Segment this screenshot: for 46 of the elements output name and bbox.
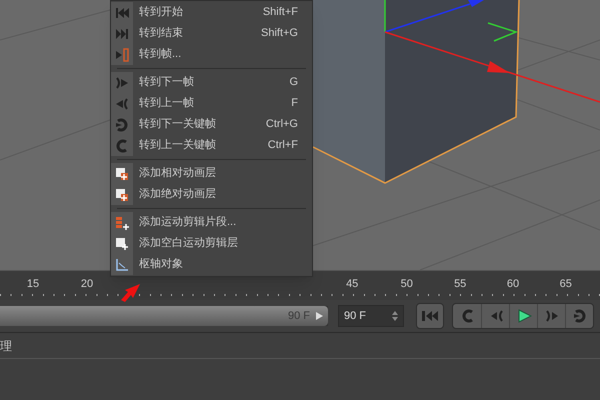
panel-tab[interactable]: 理 xyxy=(0,336,12,354)
ruler-label: 50 xyxy=(400,277,413,292)
go-to-start-button[interactable] xyxy=(416,303,444,329)
next-frame-icon xyxy=(114,74,130,90)
menu-item[interactable]: 转到上一帧 F xyxy=(111,93,312,114)
ruler-label: 60 xyxy=(506,277,520,292)
shortcut-label: Shift+F xyxy=(262,5,298,20)
ruler-label: 20 xyxy=(80,277,94,292)
axis-icon xyxy=(114,256,130,272)
circular-arrow-icon xyxy=(572,308,588,324)
ruler-label: 15 xyxy=(26,277,40,292)
menu-item[interactable]: 添加绝对动画层 xyxy=(111,184,312,205)
clip-add-icon xyxy=(114,214,130,230)
menu-item[interactable]: 转到下一关键帧 Ctrl+G xyxy=(111,114,312,135)
menu-item[interactable]: 枢轴对象 xyxy=(111,254,312,275)
menu-item[interactable]: 转到开始 Shift+F xyxy=(111,2,312,23)
next-key-icon xyxy=(114,116,130,132)
menu-item[interactable]: 转到上一关键帧 Ctrl+F xyxy=(111,135,312,156)
play-icon xyxy=(516,308,532,324)
menu-item[interactable]: 转到结束 Shift+G xyxy=(111,23,312,44)
shortcut-label: Ctrl+G xyxy=(266,117,298,132)
layer-add-icon xyxy=(114,166,130,182)
shortcut-label: Ctrl+F xyxy=(268,138,298,154)
skip-back-icon xyxy=(421,310,439,322)
max-frame-field[interactable]: 90 F xyxy=(338,305,404,327)
pointer-arrow-icon xyxy=(119,283,141,303)
layer-add-icon xyxy=(114,186,130,202)
menu-item[interactable]: 添加运动剪辑片段... xyxy=(111,212,312,233)
layer-add-icon xyxy=(114,236,130,252)
triangle-right-icon xyxy=(314,311,324,321)
ruler-label: 55 xyxy=(454,277,466,292)
shortcut-label: G xyxy=(289,75,298,90)
previous-key-icon xyxy=(114,138,130,154)
ruler-label: 45 xyxy=(346,277,358,292)
menu-item[interactable]: 添加相对动画层 xyxy=(111,163,312,184)
previous-frame-icon xyxy=(114,96,130,112)
range-end-value: 90 F xyxy=(288,308,310,324)
frame-marker-icon xyxy=(114,46,130,62)
spinner-icon xyxy=(392,310,398,322)
shortcut-label: Shift+G xyxy=(261,26,298,42)
menu-item[interactable]: 添加空白运动剪辑层 xyxy=(111,233,312,254)
menu-item[interactable]: 转到帧... xyxy=(111,44,312,65)
next-frame-icon xyxy=(544,308,560,324)
ruler-label: 65 xyxy=(560,277,572,292)
shortcut-label: F xyxy=(291,96,298,112)
menu-item[interactable]: 转到下一帧 G xyxy=(111,72,312,93)
